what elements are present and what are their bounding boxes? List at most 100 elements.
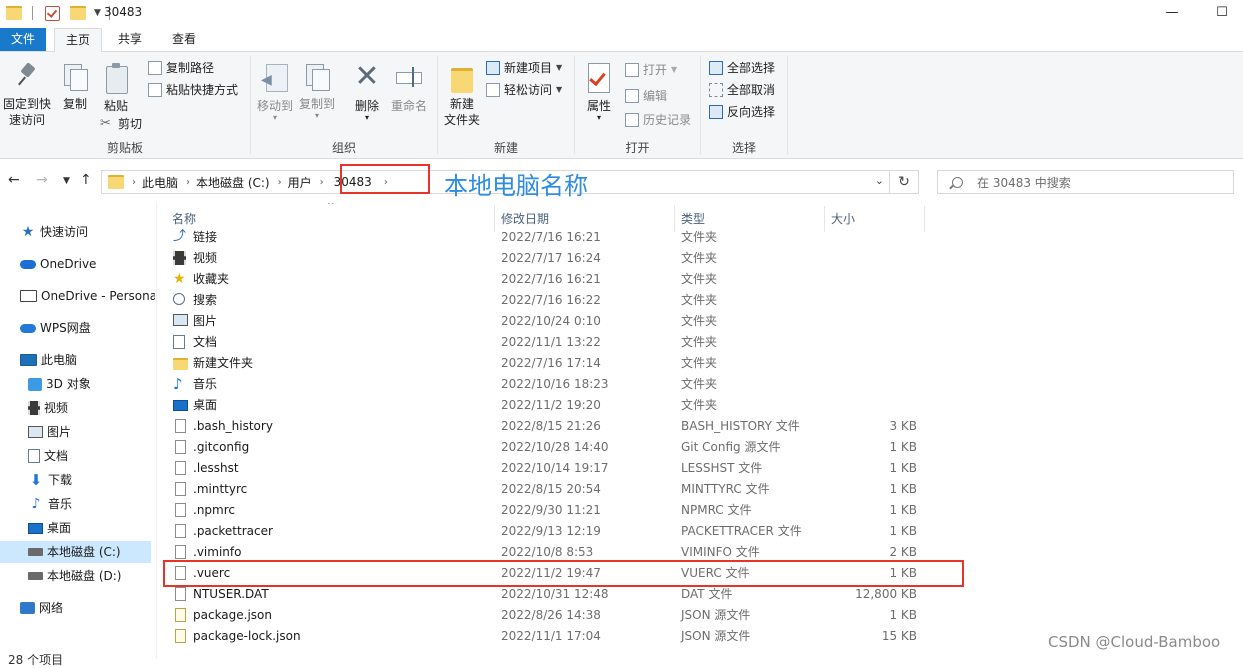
rename-button[interactable]: 重命名 <box>387 62 431 114</box>
file-date: 2022/11/2 19:47 <box>501 566 601 580</box>
breadcrumb-current-folder[interactable]: 30483 <box>334 175 372 189</box>
invert-selection-button[interactable]: 反向选择 <box>709 102 775 122</box>
history-button[interactable]: 历史记录 <box>625 110 691 130</box>
copy-to-button[interactable]: 复制到 ▾ <box>297 62 337 120</box>
file-row[interactable]: package.json 2022/8/26 14:38 JSON 源文件 1 KB <box>167 605 927 626</box>
nav-item-network[interactable]: 网络 <box>20 597 63 619</box>
move-to-button[interactable]: 移动到 ▾ <box>255 62 295 122</box>
nav-item-label: 本地磁盘 (D:) <box>47 569 122 583</box>
nav-item-pictures[interactable]: 图片 <box>28 421 71 443</box>
address-dropdown-chevron-icon[interactable]: ⌄ <box>875 174 884 187</box>
file-row[interactable]: .npmrc 2022/9/30 11:21 NPMRC 文件 1 KB <box>167 500 927 521</box>
copy-button[interactable]: 复制 <box>58 62 92 112</box>
file-row[interactable]: .lesshst 2022/10/14 19:17 LESSHST 文件 1 KB <box>167 458 927 479</box>
chevron-right-icon[interactable]: › <box>384 177 388 188</box>
properties-icon[interactable] <box>45 5 60 21</box>
paste-shortcut-button[interactable]: 粘贴快捷方式 <box>148 80 238 100</box>
nav-item-label: OneDrive <box>40 257 97 271</box>
copy-path-button[interactable]: 复制路径 <box>148 58 214 78</box>
file-name: 图片 <box>193 314 218 328</box>
file-row[interactable]: .bash_history 2022/8/15 21:26 BASH_HISTORY… <box>167 416 927 437</box>
file-name: 视频 <box>193 251 218 265</box>
chevron-right-icon[interactable]: › <box>186 177 190 188</box>
refresh-icon[interactable]: ↻ <box>889 171 918 193</box>
file-row[interactable]: 桌面 2022/11/2 19:20 文件夹 <box>167 395 927 416</box>
recent-locations-chevron-icon[interactable]: ▼ <box>63 176 70 186</box>
file-row[interactable]: .viminfo 2022/10/8 8:53 VIMINFO 文件 2 KB <box>167 542 927 563</box>
file-date: 2022/9/30 11:21 <box>501 503 601 517</box>
breadcrumb-this-pc[interactable]: 此电脑 <box>142 174 178 191</box>
file-row[interactable]: ★ 收藏夹 2022/7/16 16:21 文件夹 <box>167 269 927 290</box>
chevron-right-icon[interactable]: › <box>278 177 282 188</box>
new-item-button[interactable]: 新建项目 ▼ <box>486 58 562 78</box>
select-all-button[interactable]: 全部选择 <box>709 58 775 78</box>
easy-access-button[interactable]: 轻松访问 ▼ <box>486 80 562 100</box>
tab-home[interactable]: 主页 <box>54 28 102 52</box>
open-button[interactable]: 打开 ▼ <box>625 60 677 80</box>
nav-item-this-pc[interactable]: 此电脑 <box>20 349 77 371</box>
nav-item-quick-access[interactable]: ★ 快速访问 <box>20 221 88 243</box>
nav-item-local-disk-d[interactable]: 本地磁盘 (D:) <box>28 565 121 587</box>
nav-item-wps-cloud[interactable]: WPS网盘 <box>20 317 91 339</box>
customize-chevron-icon[interactable]: ▼ <box>94 8 101 18</box>
nav-item-documents[interactable]: 文档 <box>28 445 68 467</box>
nav-item-3d-objects[interactable]: 3D 对象 <box>28 373 91 395</box>
nav-item-desktop[interactable]: 桌面 <box>28 517 71 539</box>
file-row[interactable]: .minttyrc 2022/8/15 20:54 MINTTYRC 文件 1 KB <box>167 479 927 500</box>
file-icon <box>175 503 186 517</box>
nav-item-onedrive[interactable]: OneDrive <box>20 253 96 275</box>
minimize-button[interactable]: — <box>1152 2 1192 24</box>
file-row[interactable]: ⤴ 链接 2022/7/16 16:21 文件夹 <box>167 227 927 248</box>
clipboard-group: 固定到快 速访问 复制 粘贴 复制路径 粘贴快捷方式 ✂ 剪切 剪贴板 <box>0 52 250 158</box>
search-box[interactable]: 在 30483 中搜索 <box>937 170 1234 194</box>
nav-item-downloads[interactable]: ⬇ 下载 <box>28 469 72 491</box>
rename-label: 重命名 <box>390 99 427 113</box>
select-none-button[interactable]: 全部取消 <box>709 80 775 100</box>
file-row[interactable]: 文档 2022/11/1 13:22 文件夹 <box>167 332 927 353</box>
file-row[interactable]: 搜索 2022/7/16 16:22 文件夹 <box>167 290 927 311</box>
nav-item-label: 此电脑 <box>41 353 78 367</box>
watermark: CSDN @Cloud-Bamboo <box>1048 633 1221 651</box>
maximize-button[interactable]: ☐ <box>1202 2 1242 24</box>
tab-file[interactable]: 文件 <box>0 28 46 51</box>
file-type: Git Config 源文件 <box>681 440 781 454</box>
file-row[interactable]: .vuerc 2022/11/2 19:47 VUERC 文件 1 KB <box>167 563 927 584</box>
pin-to-quick-access-button[interactable]: 固定到快 速访问 <box>2 62 52 128</box>
nav-item-onedrive-personal[interactable]: OneDrive - Persona <box>20 285 155 307</box>
file-row[interactable]: NTUSER.DAT 2022/10/31 12:48 DAT 文件 12,800 K… <box>167 584 927 605</box>
new-item-icon <box>486 61 500 75</box>
forward-arrow-icon[interactable]: → <box>36 172 48 188</box>
new-folder-icon[interactable] <box>70 6 86 20</box>
dropdown-arrow-icon: ▼ <box>556 63 563 72</box>
cut-button[interactable]: ✂ 剪切 <box>100 114 142 134</box>
file-row[interactable]: 新建文件夹 2022/7/16 17:14 文件夹 <box>167 353 927 374</box>
file-row[interactable]: .packettracer 2022/9/13 12:19 PACKETTRACER… <box>167 521 927 542</box>
nav-item-label: 图片 <box>47 425 72 439</box>
nav-item-local-disk-c[interactable]: 本地磁盘 (C:) <box>0 541 151 563</box>
file-row[interactable]: ♪ 音乐 2022/10/16 18:23 文件夹 <box>167 374 927 395</box>
tab-share[interactable]: 共享 <box>108 28 152 51</box>
chevron-right-icon[interactable]: › <box>132 177 136 188</box>
nav-item-label: 快速访问 <box>40 225 89 239</box>
file-row[interactable]: .gitconfig 2022/10/28 14:40 Git Config 源文件… <box>167 437 927 458</box>
chevron-right-icon[interactable]: › <box>320 177 324 188</box>
delete-button[interactable]: ✕ 删除 ▾ <box>349 62 385 122</box>
file-size <box>837 269 917 290</box>
cut-label: 剪切 <box>118 117 143 131</box>
new-folder-button[interactable]: 新建 文件夹 <box>442 62 482 128</box>
file-row[interactable]: 图片 2022/10/24 0:10 文件夹 <box>167 311 927 332</box>
edit-button[interactable]: 编辑 <box>625 86 667 106</box>
back-arrow-icon[interactable]: ← <box>8 172 20 188</box>
easy-access-icon <box>486 83 500 97</box>
breadcrumb-local-disk-c[interactable]: 本地磁盘 (C:) <box>196 174 270 191</box>
file-row[interactable]: 视频 2022/7/17 16:24 文件夹 <box>167 248 927 269</box>
nav-item-videos[interactable]: 视频 <box>28 397 68 419</box>
paste-button[interactable]: 粘贴 <box>98 62 134 114</box>
properties-button[interactable]: 属性 ▾ <box>581 62 617 122</box>
file-row[interactable]: package-lock.json 2022/11/1 17:04 JSON 源文件… <box>167 626 927 647</box>
nav-item-music[interactable]: ♪ 音乐 <box>28 493 72 515</box>
tab-view[interactable]: 查看 <box>162 28 206 51</box>
paste-label: 粘贴 <box>103 99 128 113</box>
breadcrumb-users[interactable]: 用户 <box>288 174 312 191</box>
up-arrow-icon[interactable]: ↑ <box>80 172 92 188</box>
